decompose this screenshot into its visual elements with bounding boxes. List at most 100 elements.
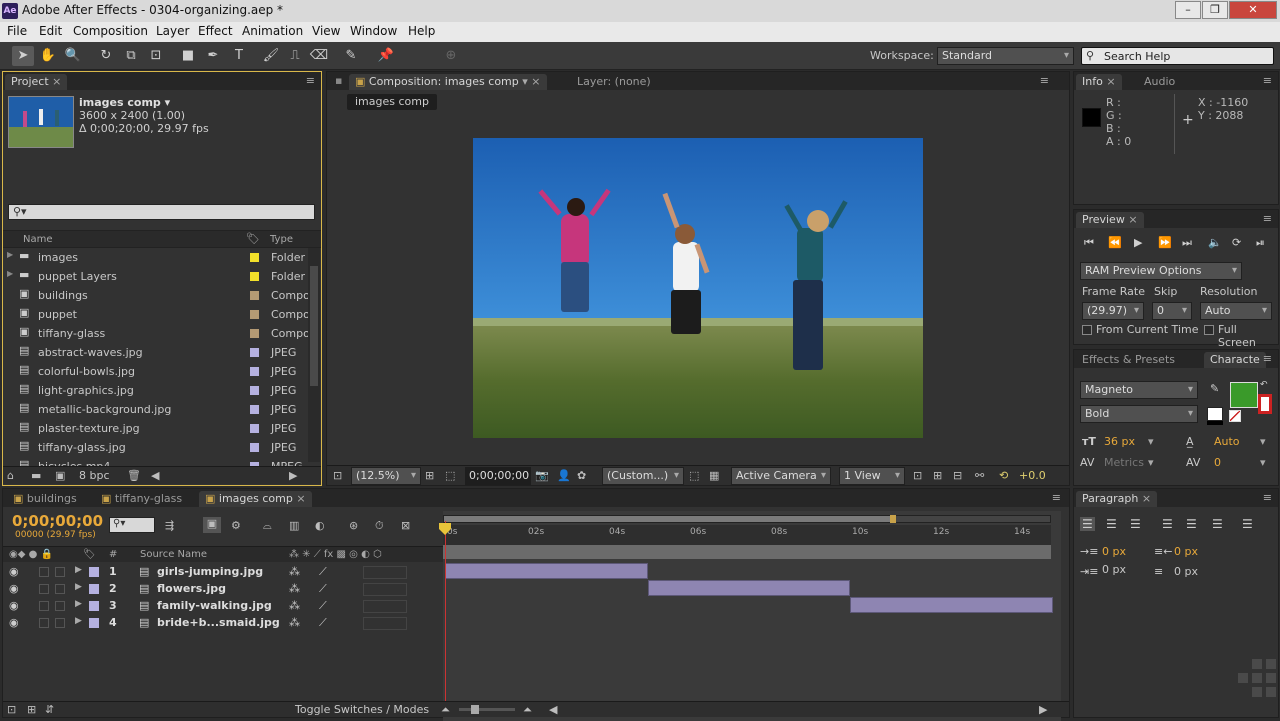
leading-arrow-icon[interactable]: ▾ <box>1260 435 1266 448</box>
label-swatch[interactable] <box>89 567 99 577</box>
camera-tool-icon[interactable]: ⧉ <box>120 46 142 66</box>
lock-toggle[interactable] <box>55 567 65 577</box>
eye-icon[interactable]: ◉ <box>9 582 19 595</box>
zoom-slider[interactable] <box>459 705 515 714</box>
motion-blur-icon[interactable]: ◐ <box>315 519 325 532</box>
full-screen-checkbox[interactable] <box>1204 325 1214 335</box>
justify-right-icon[interactable]: ☰ <box>1212 517 1223 531</box>
selection-tool-icon[interactable]: ➤ <box>12 46 34 66</box>
toggle-switches-modes-button[interactable]: Toggle Switches / Modes <box>295 703 429 716</box>
quality-switch-icon[interactable]: ⟋ <box>319 565 327 579</box>
first-line-indent-value[interactable]: 0 px <box>1102 563 1126 576</box>
scroll-right-icon[interactable]: ▶ <box>1039 703 1047 716</box>
label-swatch[interactable] <box>250 424 259 433</box>
collapse-switch-icon[interactable]: ⁂ <box>289 582 300 595</box>
panel-menu-icon[interactable]: ≡ <box>1263 352 1272 365</box>
draft-3d-icon[interactable]: ⚙ <box>231 519 241 532</box>
solo-toggle[interactable] <box>39 601 49 611</box>
menu-window[interactable]: Window <box>350 24 397 38</box>
audio-icon[interactable]: 🔈 <box>1208 236 1222 249</box>
fill-color-swatch[interactable] <box>1230 382 1258 408</box>
project-item[interactable]: ▣ puppet Compo <box>3 305 308 324</box>
channel-icon[interactable]: ✿ <box>577 469 586 482</box>
align-right-icon[interactable]: ☰ <box>1130 517 1141 531</box>
last-frame-icon[interactable]: ⏭ <box>1182 236 1192 250</box>
zoom-in-icon[interactable]: ⏶ <box>523 703 532 717</box>
collapse-switch-icon[interactable]: ⁂ <box>289 599 300 612</box>
close-button[interactable]: ✕ <box>1229 1 1277 19</box>
region-of-interest-icon[interactable]: ⬚ <box>689 469 699 482</box>
eye-icon[interactable]: ◉ <box>9 599 19 612</box>
project-item[interactable]: ▶ ▬ puppet Layers Folder <box>3 267 305 286</box>
brainstorm-icon[interactable]: ⊛ <box>349 519 358 532</box>
grid-icon[interactable]: ⊞ <box>425 469 434 482</box>
scroll-left-icon[interactable]: ◀ <box>151 469 159 482</box>
twirl-icon[interactable]: ▶ <box>7 250 13 259</box>
comp-flowchart-tab[interactable]: images comp <box>347 94 437 110</box>
space-after-value[interactable]: 0 px <box>1174 565 1198 578</box>
project-item[interactable]: ▣ tiffany-glass Compo <box>3 324 308 343</box>
eye-icon[interactable]: ◉ <box>9 565 19 578</box>
from-current-checkbox[interactable] <box>1082 325 1092 335</box>
eyedropper-icon[interactable]: ✎ <box>1210 382 1219 395</box>
lock-toggle[interactable] <box>55 584 65 594</box>
label-swatch[interactable] <box>250 310 259 319</box>
layer-duration-bar[interactable] <box>647 580 850 596</box>
brush-tool-icon[interactable]: 🖌 <box>260 46 282 66</box>
project-item[interactable]: ▤ plaster-texture.jpg JPEG <box>3 419 303 438</box>
pen-tool-icon[interactable]: ✒ <box>202 46 224 66</box>
tab-layer[interactable]: Layer: (none) <box>571 74 657 90</box>
solo-toggle[interactable] <box>39 567 49 577</box>
interpret-footage-icon[interactable]: ⌂ <box>7 469 14 482</box>
project-search-input[interactable]: ⚲▾ <box>8 204 315 220</box>
current-time-display[interactable]: 0;00;00;00 <box>465 467 531 485</box>
scroll-left-icon[interactable]: ◀ <box>549 703 557 716</box>
mask-visibility-icon[interactable]: ⬚ <box>445 469 455 482</box>
project-item[interactable]: ▶ ▬ images Folder <box>3 248 305 267</box>
layer-duration-bar[interactable] <box>850 597 1053 613</box>
lock-toggle[interactable] <box>55 601 65 611</box>
layer-row[interactable]: ◉ ▶ 1 ▤ girls-jumping.jpg ⁂ ⟋ <box>3 564 443 581</box>
eraser-tool-icon[interactable]: ⌫ <box>308 46 330 66</box>
layer-row[interactable]: ◉ ▶ 4 ▤ bride+b...smaid.jpg ⁂ ⟋ <box>3 615 443 632</box>
tab-composition[interactable]: ▣ Composition: images comp ▾ × <box>349 74 547 90</box>
panel-menu-icon[interactable]: ≡ <box>306 74 315 87</box>
layer-source-name[interactable]: girls-jumping.jpg <box>157 565 263 578</box>
label-swatch[interactable] <box>250 253 259 262</box>
label-tag-icon[interactable]: 🏷 <box>246 232 260 245</box>
comp-mini-flowchart-icon[interactable]: ⇶ <box>165 519 174 532</box>
scroll-right-icon[interactable]: ▶ <box>289 469 297 482</box>
col-source-name[interactable]: Source Name <box>140 549 207 560</box>
ram-preview-icon[interactable]: ⏯ <box>1256 236 1265 250</box>
play-icon[interactable]: ▶ <box>1134 236 1142 249</box>
rectangle-tool-icon[interactable]: ■ <box>177 46 199 66</box>
quality-switch-icon[interactable]: ⟋ <box>319 599 327 613</box>
kerning-value[interactable]: Metrics <box>1104 456 1144 469</box>
expand-layer-icon[interactable]: ⊡ <box>7 703 16 716</box>
project-item[interactable]: ▣ buildings Compo <box>3 286 308 305</box>
quality-switch-icon[interactable]: ⟋ <box>319 616 327 630</box>
live-update-icon[interactable]: ▣ <box>203 517 221 533</box>
fast-previews-icon[interactable]: ⊞ <box>933 469 942 482</box>
eye-icon[interactable]: ◉ <box>9 616 19 629</box>
swap-colors-icon[interactable]: ↶ <box>1260 380 1268 390</box>
first-frame-icon[interactable]: ⏮ <box>1084 236 1094 250</box>
project-item[interactable]: ▤ metallic-background.jpg JPEG <box>3 400 303 419</box>
new-folder-icon[interactable]: ▬ <box>31 469 41 482</box>
label-swatch[interactable] <box>250 329 259 338</box>
font-style-select[interactable]: Bold <box>1080 405 1198 423</box>
collapse-switch-icon[interactable]: ⁂ <box>289 616 300 629</box>
workspace-select[interactable]: Standard <box>937 47 1074 65</box>
magnification-select[interactable]: (12.5%) <box>351 467 421 485</box>
kerning-arrow-icon[interactable]: ▾ <box>1148 456 1154 469</box>
menu-layer[interactable]: Layer <box>156 24 189 38</box>
timeline-search-input[interactable]: ⚲▾ <box>109 517 155 533</box>
auto-keyframe-icon[interactable]: ⏱ <box>375 519 384 533</box>
col-type[interactable]: Type <box>270 234 293 245</box>
tab-project[interactable]: Project × <box>5 74 68 90</box>
indent-left-value[interactable]: 0 px <box>1102 545 1126 558</box>
tab-effects-presets[interactable]: Effects & Presets <box>1076 352 1181 368</box>
menu-view[interactable]: View <box>312 24 340 38</box>
zoom-out-icon[interactable]: ⏶ <box>441 703 450 717</box>
ram-preview-select[interactable]: RAM Preview Options <box>1080 262 1242 280</box>
